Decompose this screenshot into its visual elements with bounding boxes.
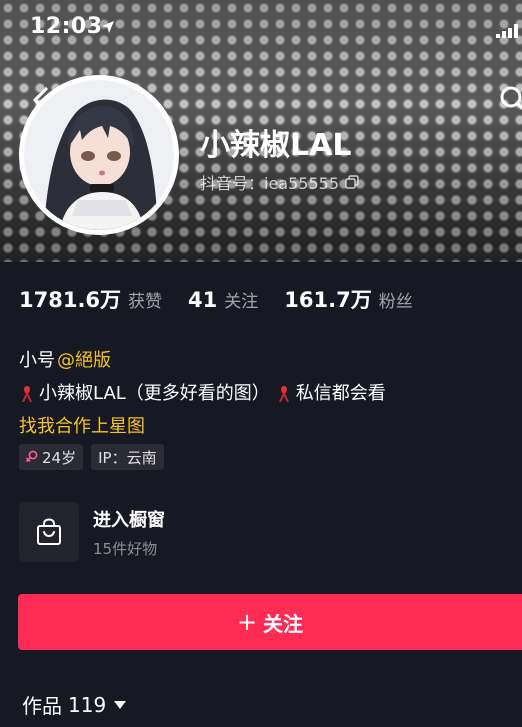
profile-panel: 1781.6万 获赞 41 关注 161.7万 粉丝 小号 @絕版 小辣椒LAL… [0,262,522,727]
shop-icon-box [19,502,79,562]
shop-window-entry[interactable]: 进入橱窗 15件好物 [19,502,165,562]
status-time: 12:03 [30,14,103,39]
red-ribbon-icon [278,385,289,402]
location-arrow-icon [102,21,114,33]
douyin-id: 抖音号：iea55555 [200,174,339,193]
shop-title: 进入橱窗 [93,509,165,531]
follow-button[interactable]: + 关注 [18,594,522,650]
stat-followers[interactable]: 161.7万 粉丝 [284,284,412,314]
profile-screen: 12:03 小辣椒LAL 抖音号：iea55555 1781.6万 获赞 41 … [0,0,522,727]
bio-text: 私信都会看 [295,383,386,404]
douyin-id-row[interactable]: 抖音号：iea55555 [200,170,359,194]
works-tab[interactable]: 作品 119 [22,690,127,719]
bio-line-3: 找我合作上星图 [19,410,514,443]
bio: 小号 @絕版 小辣椒LAL（更多好看的图） 私信都会看 找我合作上星图 [19,344,514,443]
stat-label: 粉丝 [378,292,413,312]
star-map-link[interactable]: 找我合作上星图 [19,410,145,443]
profile-tags: 24岁 IP：云南 [19,444,172,470]
stat-value: 41 [188,288,218,312]
red-ribbon-icon [22,385,32,402]
age-tag: 24岁 [19,444,84,470]
shopping-bag-icon [37,518,61,545]
stat-likes[interactable]: 1781.6万 获赞 [19,284,162,314]
bio-line-1: 小号 @絕版 [19,344,514,377]
age-label: 24岁 [42,448,77,467]
shop-text: 进入橱窗 15件好物 [93,506,165,559]
ip-tag: IP：云南 [91,444,164,470]
female-icon [26,450,38,462]
shop-subtitle: 15件好物 [93,539,158,558]
stat-following[interactable]: 41 关注 [188,287,258,312]
copy-icon[interactable] [345,175,359,189]
stat-label: 关注 [224,292,259,312]
stat-label: 获赞 [128,292,163,312]
follow-label: 关注 [263,611,304,636]
avatar-illustration [24,80,174,230]
bio-line-2: 小辣椒LAL（更多好看的图） 私信都会看 [19,377,514,410]
triangle-down-icon [114,700,127,709]
stat-value: 161.7万 [284,288,372,312]
plus-icon: + [236,608,258,636]
ip-label: IP：云南 [98,448,157,467]
bio-text: 小辣椒LAL（更多好看的图） [39,383,270,404]
search-icon[interactable] [498,84,522,114]
nickname: 小辣椒LAL [200,128,352,163]
signal-icon [496,24,518,38]
bio-text: 小号 [19,350,55,371]
stat-value: 1781.6万 [19,288,122,312]
stats-row: 1781.6万 获赞 41 关注 161.7万 粉丝 [19,284,439,314]
avatar[interactable] [19,75,179,235]
bio-mention-link[interactable]: @絕版 [57,344,111,377]
works-label: 作品 [22,694,62,718]
works-count: 119 [68,692,107,717]
